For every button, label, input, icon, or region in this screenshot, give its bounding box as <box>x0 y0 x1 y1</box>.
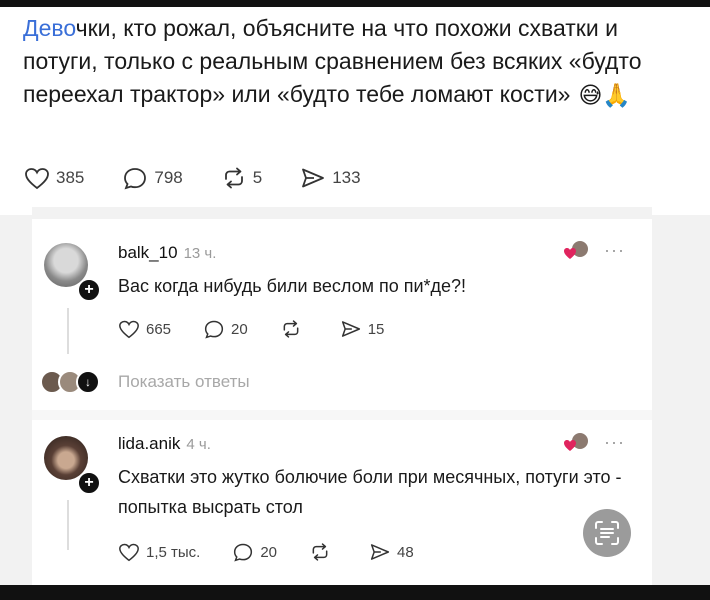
post-comment-button[interactable]: 798 <box>122 166 183 190</box>
comment-username[interactable]: lida.anik 4 ч. <box>118 434 211 454</box>
comment-reply-count: 20 <box>260 543 278 561</box>
comment-like-button[interactable]: 665 <box>118 319 171 339</box>
post-text: Девочки, кто рожал, объясните на что пох… <box>23 12 695 112</box>
comment-text: Вас когда нибудь били веслом по пи*де?! <box>118 276 467 296</box>
comment-reply-count: 20 <box>231 320 248 338</box>
liked-by-author-icon <box>564 241 588 259</box>
separator-band <box>32 207 652 219</box>
post-comment-count: 798 <box>154 168 183 187</box>
comment-actions: 1,5 тыс. 20 48 <box>118 542 446 562</box>
follow-plus-icon[interactable]: + <box>77 471 101 495</box>
post-text-highlight[interactable]: Дево <box>23 15 76 41</box>
comment-share-count: 15 <box>367 320 385 338</box>
comment-like-count: 1,5 тыс. <box>146 543 201 561</box>
follow-plus-icon[interactable]: + <box>77 278 101 302</box>
post-like-count: 385 <box>56 168 85 187</box>
comment-share-button[interactable]: 15 <box>340 319 385 339</box>
comment-icon <box>204 320 224 339</box>
thread-line <box>67 500 69 550</box>
post-like-button[interactable]: 385 <box>24 166 84 190</box>
liked-by-author-icon <box>564 433 588 451</box>
comment-icon <box>234 543 253 562</box>
comment-reply-button[interactable]: 20 <box>232 542 277 562</box>
text-recognition-icon <box>595 521 619 545</box>
comment-share-button[interactable]: 48 <box>369 542 414 562</box>
comment-reply-button[interactable]: 20 <box>203 319 248 339</box>
post-text-body: чки, кто рожал, объясните на что похожи … <box>23 15 642 107</box>
post-repost-button[interactable]: 5 <box>221 166 262 190</box>
thread-line <box>67 308 69 354</box>
heart-icon <box>119 543 139 562</box>
comment-repost-button[interactable] <box>280 319 308 339</box>
post-actions: 385 798 5 133 <box>24 166 399 190</box>
comment-time: 4 ч. <box>186 436 211 453</box>
comment-time: 13 ч. <box>183 245 217 262</box>
heart-icon <box>119 320 139 339</box>
left-shade <box>0 215 32 585</box>
comment-repost-button[interactable] <box>309 542 337 562</box>
heart-icon <box>25 168 49 190</box>
repost-icon <box>224 167 243 189</box>
more-icon[interactable]: ··· <box>604 240 625 261</box>
post-repost-count: 5 <box>252 168 263 187</box>
comment-share-count: 48 <box>397 543 414 561</box>
repost-icon <box>312 543 328 561</box>
username-text[interactable]: lida.anik <box>118 434 180 453</box>
expand-arrow-icon: ↓ <box>76 370 100 394</box>
show-replies-link[interactable]: Показать ответы <box>118 372 250 392</box>
post-share-button[interactable]: 133 <box>300 166 361 190</box>
bottom-edge <box>0 585 710 600</box>
comment-like-count: 665 <box>146 320 172 338</box>
repost-icon <box>283 320 299 338</box>
comment-icon <box>124 168 147 190</box>
text-recognition-button[interactable] <box>583 509 631 557</box>
post-share-count: 133 <box>332 168 361 187</box>
share-icon <box>341 321 360 337</box>
share-icon <box>302 168 325 188</box>
top-edge <box>0 0 710 7</box>
reply-avatars[interactable]: ↓ <box>40 370 100 394</box>
comment-text: Схватки это жутко болючие боли при месяч… <box>118 467 622 517</box>
right-shade <box>652 215 710 585</box>
username-text[interactable]: balk_10 <box>118 243 178 262</box>
comment-actions: 665 20 15 <box>118 319 416 339</box>
more-icon[interactable]: ··· <box>604 432 625 453</box>
comment-like-button[interactable]: 1,5 тыс. <box>118 542 200 562</box>
comment-separator <box>32 410 652 420</box>
share-icon <box>370 544 390 560</box>
emoji-sweat-smile-pray: 😅🙏 <box>578 82 632 109</box>
comment-username[interactable]: balk_10 13 ч. <box>118 243 216 263</box>
